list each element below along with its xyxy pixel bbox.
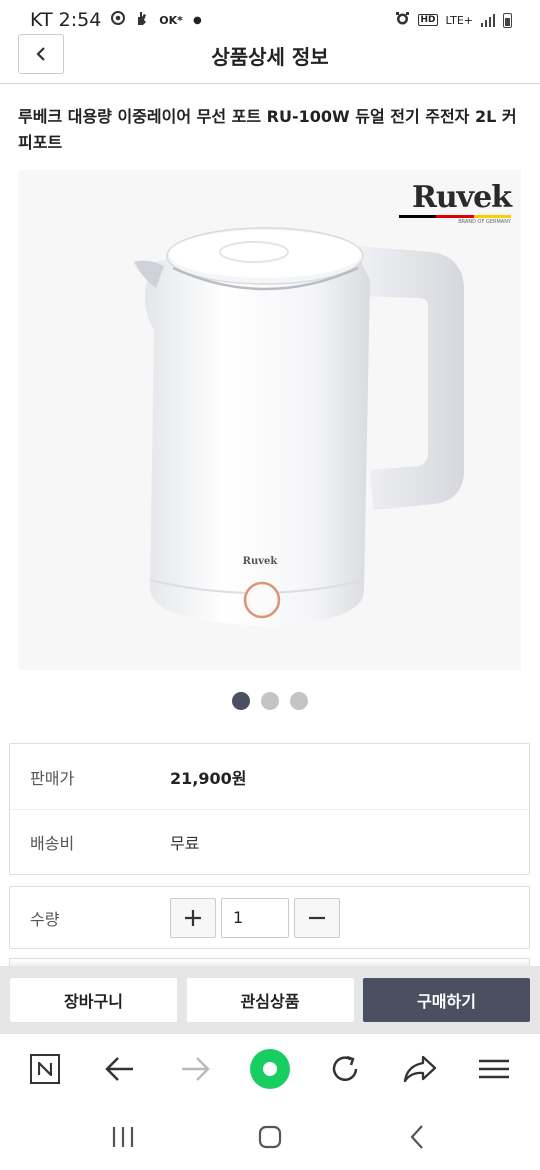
green-dot-button[interactable] (240, 1039, 300, 1099)
product-image[interactable]: Ruvek BRAND OF GERMANY Ruvek (18, 170, 521, 670)
back-arrow-icon (105, 1057, 134, 1081)
battery-icon (503, 12, 512, 28)
quantity-plus-button[interactable] (170, 897, 216, 938)
back-button[interactable] (18, 34, 64, 74)
wishlist-button[interactable]: 관심상품 (186, 978, 354, 1022)
green-dot-icon (249, 1049, 290, 1089)
hd-icon: HD (418, 14, 438, 26)
recent-apps-button[interactable] (93, 1112, 153, 1162)
kettle-badge: Ruvek (243, 556, 279, 567)
page-header: 상품상세 정보 (0, 28, 540, 84)
purchase-action-bar: 장바구니 관심상품 구매하기 (0, 966, 540, 1034)
network-label: LTE+ (445, 13, 474, 27)
signal-icon (481, 13, 495, 27)
product-title: 루베크 대용량 이중레이어 무선 포트 RU-100W 듀얼 전기 주전자 2L… (18, 107, 517, 152)
image-carousel-dots (0, 692, 540, 710)
forward-arrow-icon (182, 1057, 210, 1081)
refresh-button[interactable] (315, 1039, 375, 1099)
browser-back-button[interactable] (90, 1039, 150, 1099)
chevron-left-icon (36, 47, 45, 61)
system-back-icon (410, 1125, 423, 1149)
share-button[interactable] (390, 1039, 450, 1099)
dot-icon: ● (192, 14, 202, 26)
price-row: 판매가 21,900원 (10, 744, 529, 809)
browser-forward-button[interactable] (165, 1039, 225, 1099)
shipping-row: 배송비 무료 (10, 809, 529, 874)
hand-icon (135, 10, 149, 30)
shipping-label: 배송비 (30, 834, 75, 853)
carousel-dot-1[interactable] (232, 692, 250, 710)
recent-apps-icon (113, 1127, 134, 1147)
naver-home-button[interactable] (15, 1039, 75, 1099)
naver-home-icon (30, 1054, 61, 1084)
cart-button[interactable]: 장바구니 (10, 978, 177, 1022)
buy-button[interactable]: 구매하기 (363, 978, 530, 1022)
system-home-button[interactable] (240, 1112, 300, 1162)
price-info-box: 판매가 21,900원 배송비 무료 (9, 743, 530, 875)
quantity-input[interactable]: 1 (221, 897, 289, 938)
ok-cashbag-icon: OK* (159, 13, 183, 27)
menu-icon (479, 1059, 510, 1079)
price-value: 21,900원 (170, 768, 247, 788)
quantity-label: 수량 (30, 909, 60, 929)
home-icon (258, 1125, 282, 1149)
system-back-button[interactable] (387, 1112, 447, 1162)
kettle-illustration: Ruvek (134, 227, 464, 626)
shipping-value: 무료 (170, 834, 200, 853)
page-title: 상품상세 정보 (211, 45, 329, 69)
menu-button[interactable] (464, 1039, 524, 1099)
price-label: 판매가 (30, 768, 75, 788)
chrome-icon (111, 11, 126, 29)
system-navigation-bar (0, 1104, 540, 1170)
quantity-minus-button[interactable] (294, 897, 340, 938)
plus-icon (185, 909, 201, 926)
share-icon (403, 1055, 436, 1083)
carousel-dot-2[interactable] (261, 692, 279, 710)
alarm-icon (395, 11, 410, 29)
quantity-row: 수량 1 (9, 886, 530, 949)
browser-toolbar (0, 1034, 540, 1104)
refresh-icon (332, 1055, 358, 1081)
carousel-dot-3[interactable] (290, 692, 308, 710)
minus-icon (309, 916, 325, 919)
